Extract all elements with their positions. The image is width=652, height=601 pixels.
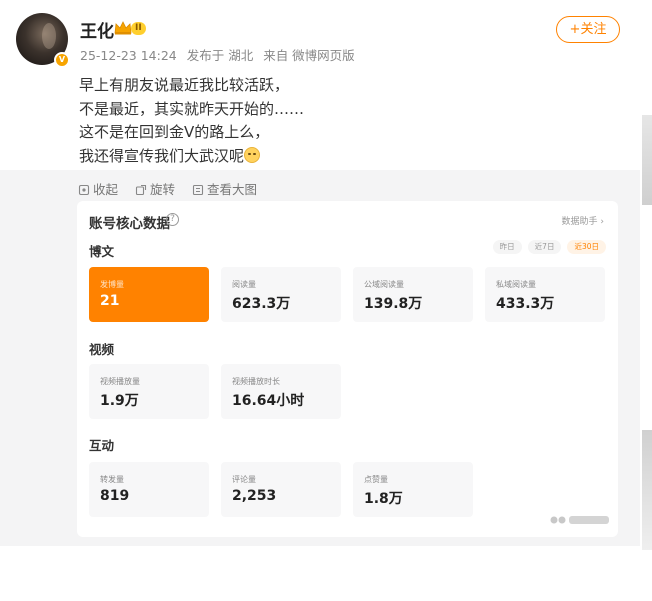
stat-label: 视频播放时长 <box>232 377 280 386</box>
stat-reads: 阅读量 623.3万 <box>221 267 341 322</box>
stat-label: 视频播放量 <box>100 377 140 386</box>
crown-icon <box>114 21 132 35</box>
stat-value: 623.3万 <box>232 296 291 312</box>
stat-value: 819 <box>100 488 130 504</box>
stat-label: 转发量 <box>100 475 124 484</box>
stat-value: 139.8万 <box>364 296 423 312</box>
side-thumbnail-lower <box>642 430 652 550</box>
stat-value: 2,253 <box>232 488 277 504</box>
post-meta: 25-12-23 14:24 发布于 湖北 来自 微博网页版 <box>80 45 361 64</box>
data-helper-link: 数据助手 › <box>561 217 604 227</box>
help-icon: ? <box>166 213 179 226</box>
stat-label: 私域阅读量 <box>496 280 536 289</box>
post-line: 这不是在回到金V的路上么， <box>79 123 270 141</box>
view-large-icon <box>192 184 204 196</box>
follow-button[interactable]: +关注 <box>556 16 620 43</box>
stat-value: 16.64小时 <box>232 393 305 409</box>
stat-public-reads: 公域阅读量 139.8万 <box>353 267 473 322</box>
verified-badge-icon: V <box>54 52 70 68</box>
image-toolbar: 收起 旋转 查看大图 <box>78 179 270 198</box>
emoji-icon <box>244 146 261 163</box>
stat-video-duration: 视频播放时长 16.64小时 <box>221 364 341 419</box>
username[interactable]: 王化 <box>80 17 114 42</box>
post-text: 早上有朋友说最近我比较活跃， 不是最近，其实就昨天开始的…… 这不是在回到金V的… <box>79 74 304 168</box>
card-title: 账号核心数据 <box>89 216 170 232</box>
section-video: 视频 <box>89 342 115 357</box>
collapse-label: 收起 <box>93 182 119 197</box>
watermark-icon <box>550 516 609 524</box>
range-tab-7d: 近7日 <box>527 240 562 254</box>
level-badge: II <box>131 22 146 35</box>
rotate-button[interactable]: 旋转 <box>135 179 175 198</box>
post-location: 发布于 湖北 <box>186 48 254 63</box>
view-large-button[interactable]: 查看大图 <box>192 179 257 198</box>
stat-label: 阅读量 <box>232 280 256 289</box>
stat-reposts: 转发量 819 <box>89 462 209 517</box>
stat-value: 21 <box>100 293 120 309</box>
section-interaction: 互动 <box>89 438 115 453</box>
stat-private-reads: 私域阅读量 433.3万 <box>485 267 605 322</box>
stat-likes: 点赞量 1.8万 <box>353 462 473 517</box>
account-data-card[interactable]: 账号核心数据 ? 数据助手 › 博文 昨日 近7日 近30日 发博量 21 阅读… <box>77 201 618 537</box>
post-line: 不是最近，其实就昨天开始的…… <box>79 99 305 118</box>
collapse-button[interactable]: 收起 <box>78 179 118 198</box>
side-thumbnail <box>642 115 652 205</box>
stat-posts: 发博量 21 <box>89 267 209 322</box>
stat-comments: 评论量 2,253 <box>221 462 341 517</box>
range-tab-yesterday: 昨日 <box>492 240 522 254</box>
stat-label: 发博量 <box>100 280 124 289</box>
post-source: 来自 微博网页版 <box>263 48 355 63</box>
stat-label: 评论量 <box>232 475 256 484</box>
rotate-label: 旋转 <box>150 182 176 197</box>
stat-video-plays: 视频播放量 1.9万 <box>89 364 209 419</box>
post-line: 早上有朋友说最近我比较活跃， <box>79 76 290 94</box>
view-large-label: 查看大图 <box>207 182 258 197</box>
range-tabs: 昨日 近7日 近30日 <box>492 240 606 254</box>
stat-value: 433.3万 <box>496 296 555 312</box>
post-line-last: 我还得宣传我们大武汉呢 <box>79 145 304 169</box>
stat-label: 点赞量 <box>364 475 388 484</box>
range-tab-30d: 近30日 <box>567 240 606 254</box>
post-timestamp[interactable]: 25-12-23 14:24 <box>80 48 177 63</box>
stat-label: 公域阅读量 <box>364 280 404 289</box>
post-line: 我还得宣传我们大武汉呢 <box>79 146 245 165</box>
collapse-icon <box>78 184 90 196</box>
stat-value: 1.9万 <box>100 393 139 409</box>
rotate-icon <box>135 184 147 196</box>
section-weibo: 博文 <box>89 244 115 259</box>
stat-value: 1.8万 <box>364 491 403 507</box>
